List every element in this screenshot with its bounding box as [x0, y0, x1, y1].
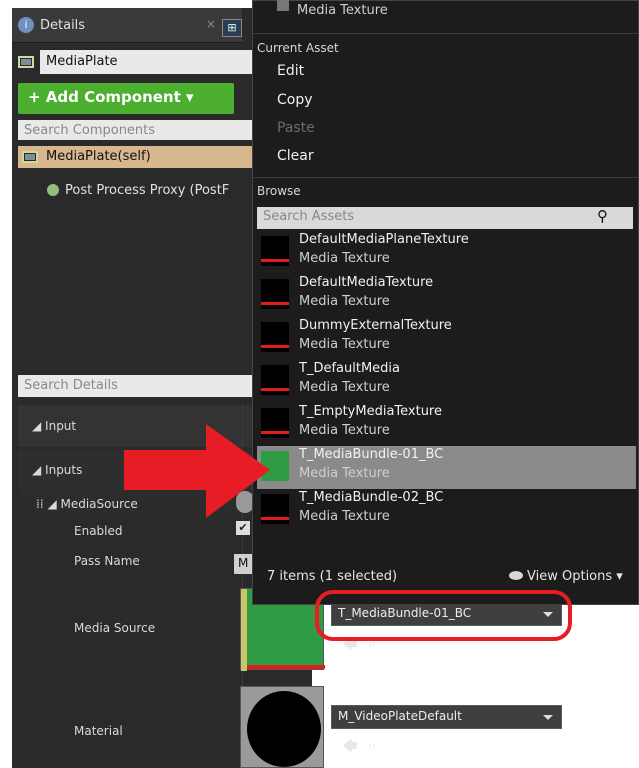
asset-type-bar	[261, 302, 289, 305]
asset-item[interactable]: T_EmptyMediaTexture Media Texture	[257, 403, 636, 446]
red-highlight-outline	[315, 590, 572, 641]
component-icon	[47, 184, 59, 196]
tab-close-icon[interactable]: ×	[206, 17, 216, 31]
tab-world-outliner-icon[interactable]: ⊞	[222, 19, 242, 37]
menu-item-clear[interactable]: Clear	[277, 148, 314, 164]
media-plate-icon	[18, 56, 34, 68]
asset-name: T_MediaBundle-01_BC	[299, 447, 444, 462]
asset-thumbnail	[261, 322, 289, 352]
asset-type-bar	[261, 345, 289, 348]
material-use-selected-arrow-icon[interactable]: 🡄	[342, 736, 358, 761]
section-input-label: ◢ Input	[32, 419, 77, 433]
add-component-button[interactable]: + Add Component ▾	[18, 83, 234, 114]
asset-type: Media Texture	[299, 466, 390, 481]
menu-separator	[253, 33, 639, 34]
asset-name: DummyExternalTexture	[299, 318, 452, 333]
asset-type: Media Texture	[299, 294, 390, 309]
media-plate-self-icon	[22, 151, 38, 163]
eye-icon	[509, 571, 523, 580]
menu-item-edit[interactable]: Edit	[277, 63, 304, 79]
prop-enabled-label: Enabled	[74, 524, 123, 538]
red-annotation-arrow	[124, 424, 270, 518]
menu-item-paste: Paste	[277, 120, 315, 136]
material-browse-search-icon[interactable]: ⌕	[368, 736, 376, 754]
asset-picker-menu: Media Texture Current Asset Edit Copy Pa…	[252, 0, 639, 605]
tab-details-label: Details	[40, 18, 86, 33]
component-self-label: MediaPlate(self)	[46, 149, 151, 164]
asset-type: Media Texture	[299, 337, 390, 352]
asset-type-bar	[261, 388, 289, 391]
material-thumbnail[interactable]	[240, 686, 324, 768]
search-icon[interactable]: ⚲	[597, 207, 608, 225]
asset-type: Media Texture	[299, 509, 390, 524]
thumbnail-type-bar	[241, 665, 325, 669]
tab-details[interactable]: i Details ×	[12, 8, 242, 43]
asset-item[interactable]: T_DefaultMedia Media Texture	[257, 360, 636, 403]
search-assets-input[interactable]: Search Assets ⚲	[257, 207, 633, 229]
component-tree-item-label: Post Process Proxy (PostF	[65, 183, 230, 198]
asset-item[interactable]: T_MediaBundle-02_BC Media Texture	[257, 489, 636, 532]
asset-type: Media Texture	[299, 251, 390, 266]
asset-item[interactable]: DummyExternalTexture Media Texture	[257, 317, 636, 360]
asset-type: Media Texture	[299, 380, 390, 395]
prop-media-source-label: Media Source	[74, 621, 156, 635]
screenshot-root: i Details × ⊞ MediaPlate + Add Component…	[0, 0, 639, 768]
asset-name: T_MediaBundle-02_BC	[299, 490, 444, 505]
asset-item[interactable]: DefaultMediaTexture Media Texture	[257, 274, 636, 317]
pass-name-field[interactable]: M	[234, 554, 254, 574]
menu-partial-item: Media Texture	[297, 3, 388, 18]
asset-thumbnail	[261, 279, 289, 309]
asset-count-status: 7 items (1 selected)	[267, 569, 398, 584]
material-combo[interactable]: M_VideoPlateDefault	[331, 705, 562, 729]
component-tree-item[interactable]: Post Process Proxy (PostF	[47, 183, 229, 198]
asset-type-bar	[261, 259, 289, 262]
info-icon: i	[18, 17, 34, 33]
chevron-down-icon	[543, 715, 553, 720]
view-options-button[interactable]: View Options ▾	[509, 569, 623, 584]
asset-thumbnail	[261, 365, 289, 395]
asset-name: T_EmptyMediaTexture	[299, 404, 442, 419]
thumbnail-edge	[241, 589, 247, 671]
prop-material-label: Material	[74, 724, 123, 738]
menu-separator	[253, 177, 639, 178]
asset-type: Media Texture	[299, 423, 390, 438]
material-sphere	[247, 691, 321, 767]
material-combo-value: M_VideoPlateDefault	[338, 709, 462, 723]
prop-pass-name-label: Pass Name	[74, 554, 140, 568]
menu-item-copy[interactable]: Copy	[277, 92, 313, 108]
current-asset-header: Current Asset	[257, 41, 339, 55]
asset-name: DefaultMediaPlaneTexture	[299, 232, 469, 247]
asset-name: T_DefaultMedia	[299, 361, 400, 376]
view-options-label: View Options ▾	[527, 569, 623, 584]
asset-thumbnail	[261, 236, 289, 266]
browse-header: Browse	[257, 184, 301, 198]
asset-name: DefaultMediaTexture	[299, 275, 434, 290]
asset-item-selected[interactable]: T_MediaBundle-01_BC Media Texture	[257, 446, 636, 489]
asset-item[interactable]: DefaultMediaPlaneTexture Media Texture	[257, 231, 636, 274]
search-assets-placeholder: Search Assets	[263, 209, 355, 224]
texture-icon	[277, 0, 289, 11]
section-inputs-label: ◢ Inputs	[32, 463, 83, 477]
enabled-checkbox[interactable]: ✔	[236, 521, 250, 535]
